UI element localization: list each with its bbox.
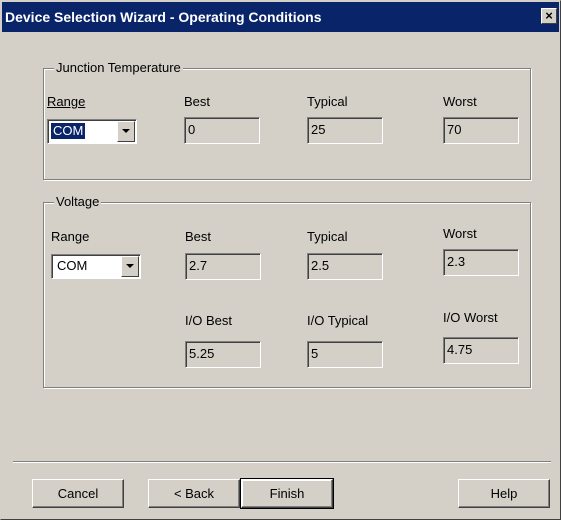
voltage-worst-field: 2.3 xyxy=(443,249,519,276)
voltage-typical-field: 2.5 xyxy=(307,253,383,280)
junction-range-value: COM xyxy=(49,122,87,140)
chevron-down-icon[interactable] xyxy=(117,121,135,142)
junction-typical-label: Typical xyxy=(307,94,348,109)
voltage-worst-label: Worst xyxy=(443,226,477,241)
io-worst-label: I/O Worst xyxy=(443,310,498,325)
junction-best-label: Best xyxy=(184,94,211,109)
voltage-legend: Voltage xyxy=(54,194,102,210)
io-worst-field: 4.75 xyxy=(443,337,519,364)
title-bar[interactable]: Device Selection Wizard - Operating Cond… xyxy=(2,2,559,32)
wizard-dialog: Device Selection Wizard - Operating Cond… xyxy=(0,0,561,520)
window-title: Device Selection Wizard - Operating Cond… xyxy=(5,9,322,25)
junction-worst-label: Worst xyxy=(443,94,477,109)
junction-range-label: Range xyxy=(47,94,86,109)
voltage-range-label: Range xyxy=(51,229,90,244)
junction-typical-field: 25 xyxy=(307,117,383,144)
junction-range-select[interactable]: COM xyxy=(47,119,137,144)
junction-temperature-legend: Junction Temperature xyxy=(54,60,183,76)
cancel-button[interactable]: Cancel xyxy=(32,479,124,508)
chevron-down-icon[interactable] xyxy=(121,256,139,277)
button-separator xyxy=(13,461,551,463)
junction-worst-field: 70 xyxy=(443,117,519,144)
io-typical-label: I/O Typical xyxy=(307,313,369,328)
io-best-label: I/O Best xyxy=(185,313,232,328)
finish-button[interactable]: Finish xyxy=(240,478,334,509)
close-icon[interactable]: × xyxy=(541,8,557,24)
back-button[interactable]: < Back xyxy=(148,479,240,508)
io-typical-field: 5 xyxy=(307,341,383,368)
help-button[interactable]: Help xyxy=(458,479,550,508)
voltage-typical-label: Typical xyxy=(307,229,348,244)
io-best-field: 5.25 xyxy=(185,341,261,368)
voltage-range-value: COM xyxy=(57,258,88,273)
voltage-range-select[interactable]: COM xyxy=(51,254,141,279)
voltage-best-field: 2.7 xyxy=(185,253,261,280)
junction-best-field: 0 xyxy=(184,117,260,144)
voltage-best-label: Best xyxy=(185,229,212,244)
